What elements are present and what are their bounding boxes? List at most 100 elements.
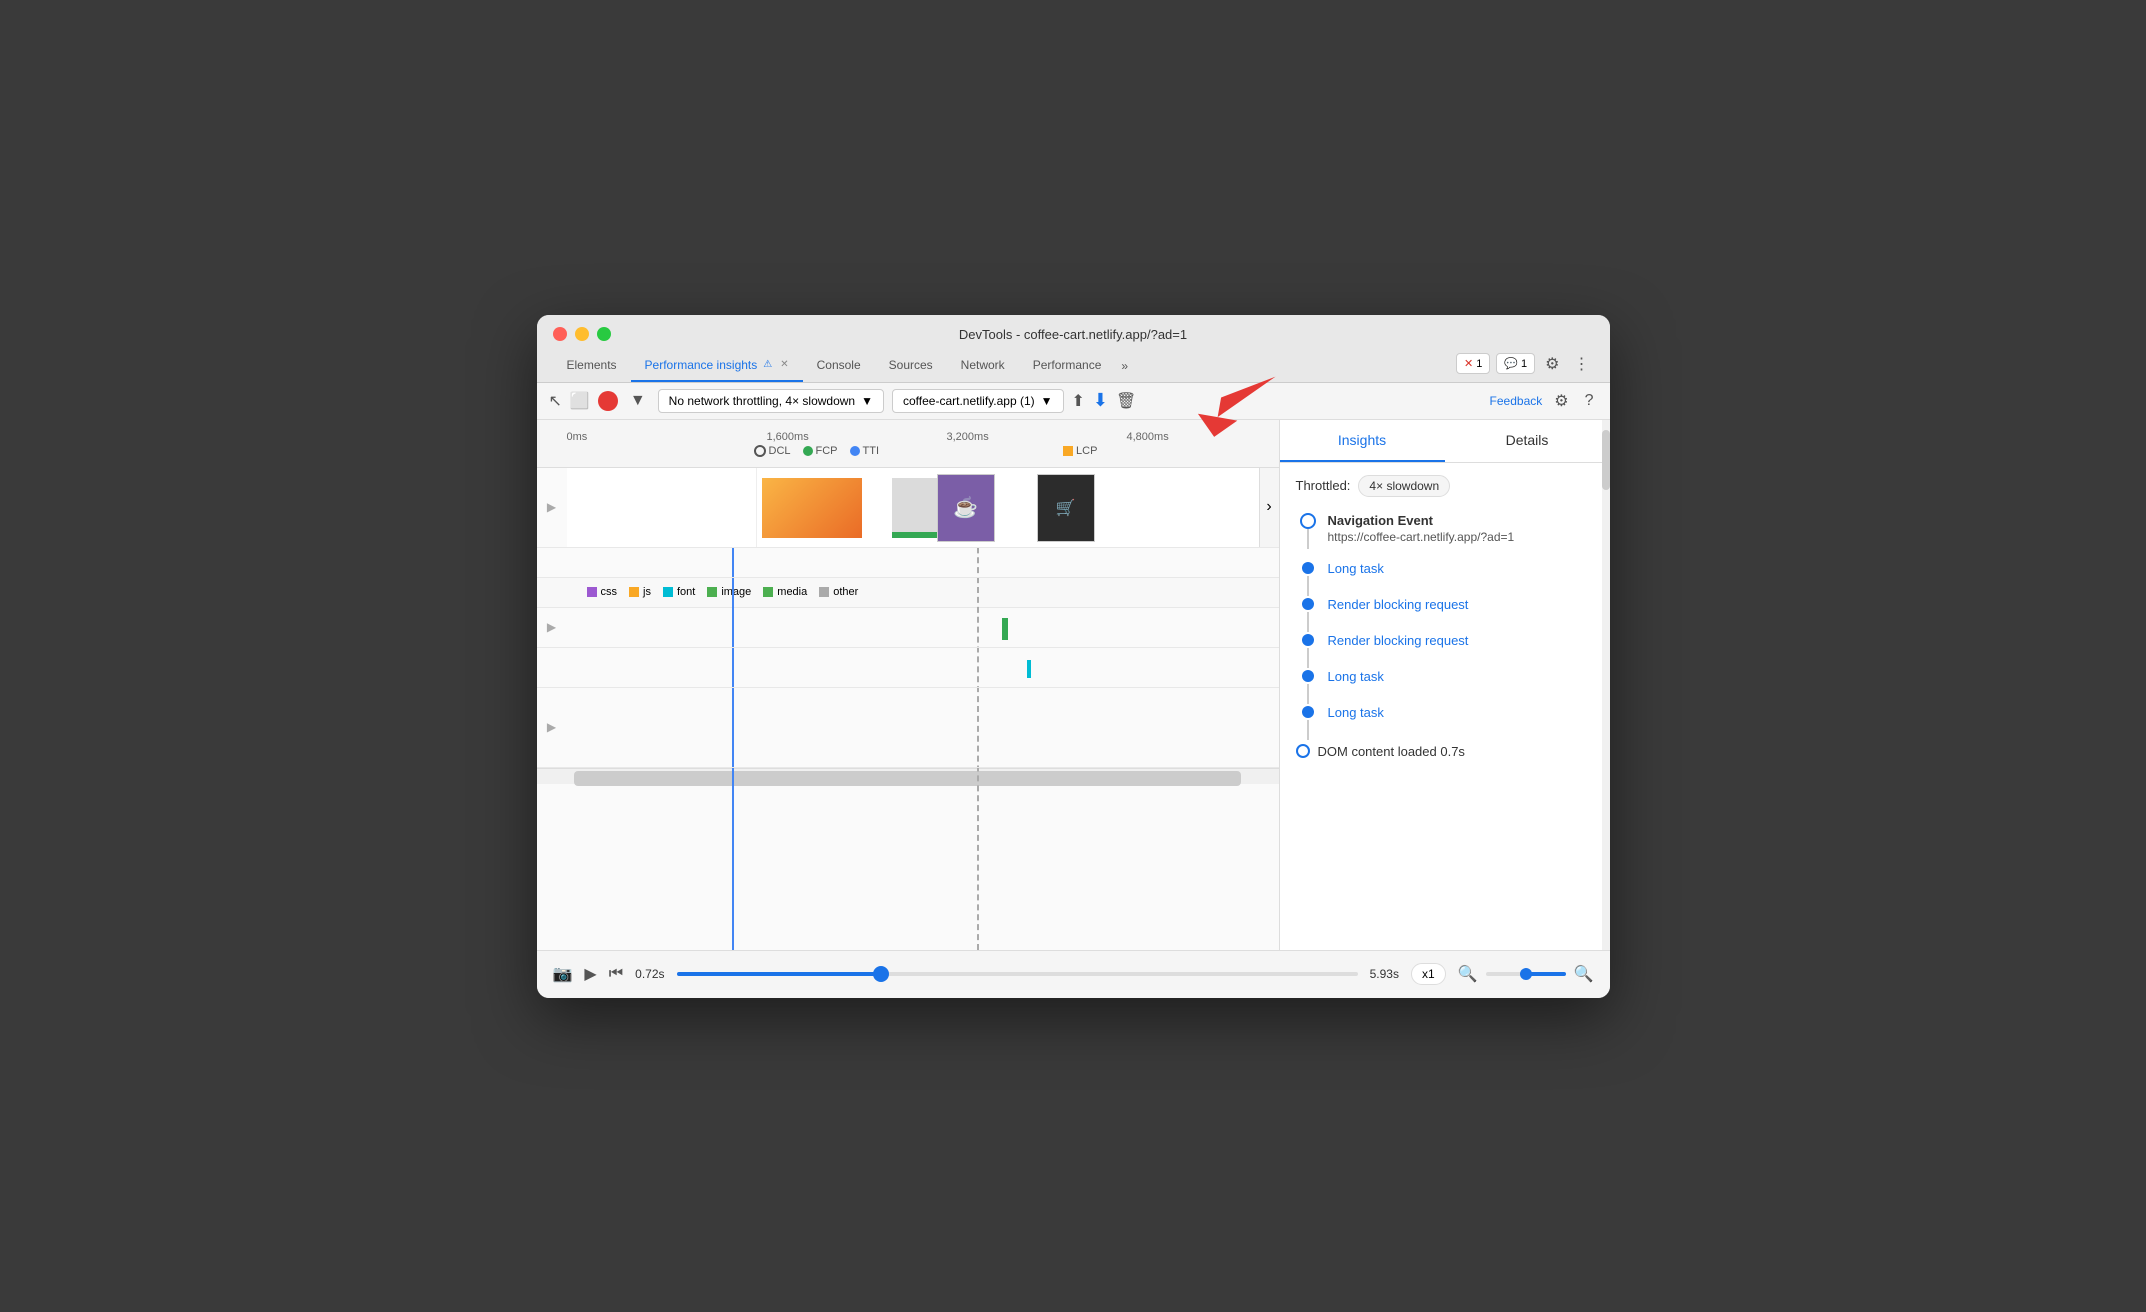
render-block-1-content[interactable]: Render blocking request: [1320, 596, 1594, 630]
empty-content-1: [567, 688, 1279, 767]
minimize-button[interactable]: [575, 327, 589, 341]
legend-js: js: [629, 586, 651, 598]
time-end: 5.93s: [1370, 967, 1399, 981]
dom-loaded-item: DOM content loaded 0.7s: [1296, 740, 1594, 763]
long-task-1-dot: [1302, 562, 1314, 574]
long-task-1-line: Long task: [1296, 560, 1594, 596]
tab-performance[interactable]: Performance: [1019, 350, 1116, 382]
record-button[interactable]: [598, 391, 618, 411]
panel-body[interactable]: Throttled: 4× slowdown Navigation Event …: [1280, 463, 1610, 950]
slider-thumb[interactable]: [873, 966, 889, 982]
playback-slider[interactable]: [677, 972, 1358, 976]
main-content: 0ms 1,600ms 3,200ms 4,800ms DCL: [537, 420, 1610, 950]
tabs-more-button[interactable]: »: [1115, 351, 1134, 381]
message-icon: 💬: [1504, 357, 1518, 370]
tab-network[interactable]: Network: [947, 350, 1019, 382]
legend-other: other: [819, 586, 858, 598]
network-content-3: [567, 648, 1279, 687]
expand-row-4[interactable]: [537, 648, 567, 687]
expand-row-5[interactable]: ▶: [537, 688, 567, 767]
zoom-slider-thumb[interactable]: [1520, 968, 1532, 980]
panel-tab-insights[interactable]: Insights: [1280, 420, 1445, 462]
dom-circle: [1296, 744, 1310, 758]
throttle-dropdown[interactable]: No network throttling, 4× slowdown ▼: [658, 389, 884, 413]
expand-right-icon[interactable]: ›: [1259, 468, 1279, 547]
render-block-2-content[interactable]: Render blocking request: [1320, 632, 1594, 666]
inspect-icon[interactable]: ⬜: [570, 391, 590, 411]
settings-gear-icon[interactable]: ⚙: [1550, 389, 1572, 413]
render-block-2-vline: [1307, 648, 1309, 668]
panel-scrollbar-thumb[interactable]: [1602, 430, 1610, 490]
maximize-button[interactable]: [597, 327, 611, 341]
legend-media: media: [763, 586, 807, 598]
font-color: [663, 587, 673, 597]
other-color: [819, 587, 829, 597]
tab-elements[interactable]: Elements: [553, 350, 631, 382]
dcl-milestone: DCL: [754, 445, 791, 457]
timeline-body[interactable]: ▶ ☕: [537, 468, 1279, 950]
long-task-2-link[interactable]: Long task: [1328, 669, 1384, 684]
throttle-badge: 4× slowdown: [1358, 475, 1450, 497]
lcp-milestone: LCP: [1063, 445, 1097, 457]
play-icon[interactable]: ▶: [584, 964, 596, 984]
long-task-2-dot: [1302, 670, 1314, 682]
screenshot-toggle-icon[interactable]: 📷: [553, 964, 573, 984]
cursor-icon[interactable]: ↖: [549, 391, 562, 411]
zoom-slider-track[interactable]: [1486, 972, 1566, 976]
nav-event-vert: [1296, 513, 1320, 549]
expand-row-2[interactable]: [537, 548, 567, 577]
render-block-1-line: Render blocking request: [1296, 596, 1594, 632]
skip-start-icon[interactable]: ⏮: [609, 965, 623, 983]
panel-tab-details[interactable]: Details: [1445, 420, 1610, 462]
more-options-icon[interactable]: ⋮: [1570, 352, 1594, 376]
network-content-2: [567, 608, 1279, 647]
long-task-2-vert: [1296, 668, 1320, 704]
zoom-out-icon[interactable]: 🔍: [1458, 964, 1478, 984]
long-task-2-vline: [1307, 684, 1309, 704]
tab-performance-insights[interactable]: Performance insights ⚠ ✕: [631, 350, 803, 382]
long-task-3-link[interactable]: Long task: [1328, 705, 1384, 720]
expand-row-3[interactable]: ▶: [537, 608, 567, 647]
error-badge[interactable]: ✕ 1: [1456, 353, 1490, 374]
download-icon[interactable]: ⬇: [1093, 390, 1108, 411]
url-chevron-icon: ▼: [1041, 394, 1053, 408]
error-icon: ✕: [1464, 357, 1473, 370]
thumb-dark: 🛒: [1037, 474, 1095, 542]
tabs-right: ✕ 1 💬 1 ⚙ ⋮: [1456, 352, 1594, 380]
url-dropdown[interactable]: coffee-cart.netlify.app (1) ▼: [892, 389, 1064, 413]
record-dropdown-icon[interactable]: ▼: [626, 390, 650, 412]
speed-badge[interactable]: x1: [1411, 963, 1446, 985]
marker-4800ms: 4,800ms: [1127, 431, 1169, 443]
feedback-link[interactable]: Feedback: [1490, 394, 1543, 408]
toolbar-right-icons: ⚙ ?: [1550, 389, 1597, 413]
nav-circle: [1300, 513, 1316, 529]
toolbar-action-icons: ⬆ ⬇ 🗑: [1072, 390, 1137, 411]
settings-icon[interactable]: ⚙: [1541, 352, 1563, 376]
close-button[interactable]: [553, 327, 567, 341]
zoom-in-icon[interactable]: 🔍: [1574, 964, 1594, 984]
tab-close-icon[interactable]: ✕: [780, 359, 788, 370]
window-title: DevTools - coffee-cart.netlify.app/?ad=1: [959, 327, 1187, 342]
tab-console[interactable]: Console: [803, 350, 875, 382]
render-block-1-vert: [1296, 596, 1320, 632]
long-task-1-vert: [1296, 560, 1320, 596]
long-task-2-item: Long task: [1296, 668, 1594, 704]
timeline-scrollbar[interactable]: [537, 768, 1279, 784]
message-badge[interactable]: 💬 1: [1496, 353, 1535, 374]
title-bar-top: DevTools - coffee-cart.netlify.app/?ad=1: [553, 327, 1594, 342]
slider-track[interactable]: [677, 972, 1358, 976]
expand-row-1[interactable]: ▶: [537, 468, 567, 547]
panel-scrollbar-track: [1602, 420, 1610, 950]
upload-icon[interactable]: ⬆: [1072, 391, 1085, 411]
help-icon[interactable]: ?: [1581, 390, 1598, 412]
delete-icon[interactable]: 🗑: [1116, 391, 1136, 411]
long-task-1-link[interactable]: Long task: [1328, 561, 1384, 576]
cyan-bar: [1027, 660, 1031, 678]
long-task-3-content[interactable]: Long task: [1320, 704, 1594, 738]
legend-row: css js font image: [537, 578, 1279, 608]
long-task-2-content[interactable]: Long task: [1320, 668, 1594, 702]
render-block-2-link[interactable]: Render blocking request: [1328, 633, 1469, 648]
render-block-1-link[interactable]: Render blocking request: [1328, 597, 1469, 612]
tab-sources[interactable]: Sources: [875, 350, 947, 382]
long-task-1-content[interactable]: Long task: [1320, 560, 1594, 594]
